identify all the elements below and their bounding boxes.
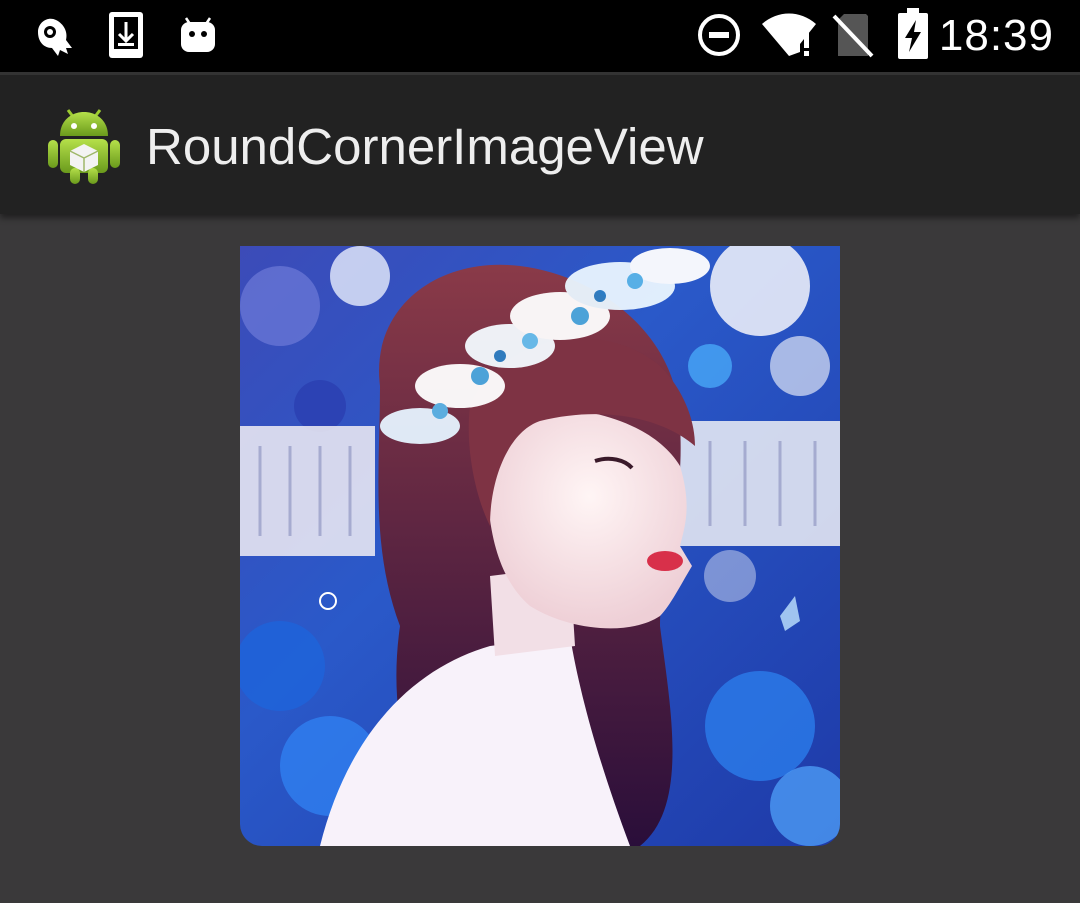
no-sim-icon [832, 12, 874, 58]
round-corner-photo[interactable] [240, 246, 840, 846]
app-title: RoundCornerImageView [146, 118, 704, 175]
battery-charging-icon [896, 8, 930, 60]
ghost-notification-icon [30, 12, 78, 60]
action-bar: RoundCornerImageView [0, 72, 1080, 214]
status-divider [0, 72, 1080, 75]
android-debug-icon [178, 12, 218, 54]
do-not-disturb-icon [696, 12, 742, 58]
download-icon [106, 10, 146, 60]
content-area [0, 214, 1080, 903]
android-app-icon[interactable] [46, 102, 122, 191]
status-bar: 18:39 [0, 0, 1080, 72]
wifi-no-internet-icon [760, 12, 818, 58]
clock: 18:39 [938, 11, 1054, 60]
